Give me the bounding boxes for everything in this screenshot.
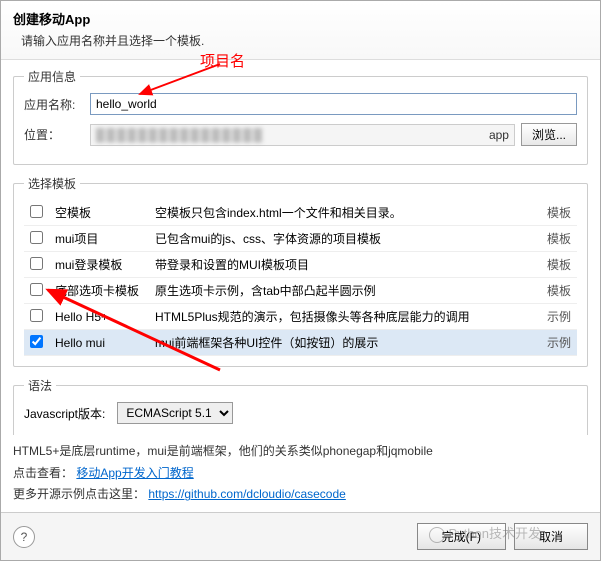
dialog-title: 创建移动App [13, 9, 588, 28]
dialog-content: 应用信息 应用名称: 位置： ████████████████ app 浏览..… [1, 60, 600, 435]
template-desc: 已包含mui的js、css、字体资源的项目模板 [149, 226, 541, 252]
js-version-label: Javascript版本: [24, 405, 105, 422]
info-line3-prefix: 更多开源示例点击这里： [13, 487, 145, 501]
location-blurred: ████████████████ [96, 128, 489, 142]
app-name-label: 应用名称: [24, 96, 84, 113]
template-type: 模板 [541, 226, 577, 252]
table-row[interactable]: mui项目已包含mui的js、css、字体资源的项目模板模板 [24, 226, 577, 252]
location-display: ████████████████ app [90, 124, 515, 146]
info-line1: HTML5+是底层runtime，mui是前端框架，他们的关系类似phonega… [13, 441, 588, 463]
template-name: Hello mui [49, 330, 149, 356]
template-desc: 原生选项卡示例，含tab中部凸起半圆示例 [149, 278, 541, 304]
info-text: HTML5+是底层runtime，mui是前端框架，他们的关系类似phonega… [1, 435, 600, 512]
template-checkbox[interactable] [30, 283, 43, 296]
template-type: 示例 [541, 304, 577, 330]
template-desc: HTML5Plus规范的演示，包括摄像头等各种底层能力的调用 [149, 304, 541, 330]
dialog-subtitle: 请输入应用名称并且选择一个模板. [21, 32, 588, 49]
browse-button[interactable]: 浏览... [521, 123, 577, 146]
cancel-button[interactable]: 取消 [514, 523, 588, 550]
template-checkbox[interactable] [30, 257, 43, 270]
table-row[interactable]: Hello muimui前端框架各种UI控件（如按钮）的展示示例 [24, 330, 577, 356]
template-type: 模板 [541, 252, 577, 278]
app-info-legend: 应用信息 [24, 68, 80, 85]
location-suffix: app [489, 128, 509, 142]
template-type: 模板 [541, 278, 577, 304]
template-desc: mui前端框架各种UI控件（如按钮）的展示 [149, 330, 541, 356]
dialog-footer: ? 完成(F) 取消 [1, 512, 600, 560]
js-version-select[interactable]: ECMAScript 5.1 [117, 402, 233, 424]
template-checkbox[interactable] [30, 231, 43, 244]
template-desc: 空模板只包含index.html一个文件和相关目录。 [149, 200, 541, 226]
finish-button[interactable]: 完成(F) [417, 523, 506, 550]
template-checkbox[interactable] [30, 309, 43, 322]
table-row[interactable]: 底部选项卡模板原生选项卡示例，含tab中部凸起半圆示例模板 [24, 278, 577, 304]
tutorial-link[interactable]: 移动App开发入门教程 [76, 466, 193, 480]
template-checkbox[interactable] [30, 335, 43, 348]
template-type: 示例 [541, 330, 577, 356]
syntax-legend: 语法 [24, 377, 56, 394]
table-row[interactable]: 空模板空模板只包含index.html一个文件和相关目录。模板 [24, 200, 577, 226]
template-legend: 选择模板 [24, 175, 80, 192]
help-icon[interactable]: ? [13, 526, 35, 548]
template-table: 空模板空模板只包含index.html一个文件和相关目录。模板mui项目已包含m… [24, 200, 577, 356]
app-name-input[interactable] [90, 93, 577, 115]
template-name: mui登录模板 [49, 252, 149, 278]
template-checkbox[interactable] [30, 205, 43, 218]
dialog-header: 创建移动App 请输入应用名称并且选择一个模板. [1, 1, 600, 60]
table-row[interactable]: mui登录模板带登录和设置的MUI模板项目模板 [24, 252, 577, 278]
app-info-group: 应用信息 应用名称: 位置： ████████████████ app 浏览..… [13, 68, 588, 165]
template-name: 底部选项卡模板 [49, 278, 149, 304]
github-link[interactable]: https://github.com/dcloudio/casecode [148, 487, 345, 501]
template-name: Hello H5+ [49, 304, 149, 330]
location-label: 位置： [24, 126, 84, 143]
template-type: 模板 [541, 200, 577, 226]
info-line2-prefix: 点击查看： [13, 466, 73, 480]
template-desc: 带登录和设置的MUI模板项目 [149, 252, 541, 278]
table-row[interactable]: Hello H5+HTML5Plus规范的演示，包括摄像头等各种底层能力的调用示… [24, 304, 577, 330]
template-name: mui项目 [49, 226, 149, 252]
create-app-dialog: 创建移动App 请输入应用名称并且选择一个模板. 项目名 应用信息 应用名称: … [0, 0, 601, 561]
template-name: 空模板 [49, 200, 149, 226]
syntax-group: 语法 Javascript版本: ECMAScript 5.1 [13, 377, 588, 435]
template-group: 选择模板 空模板空模板只包含index.html一个文件和相关目录。模板mui项… [13, 175, 588, 367]
